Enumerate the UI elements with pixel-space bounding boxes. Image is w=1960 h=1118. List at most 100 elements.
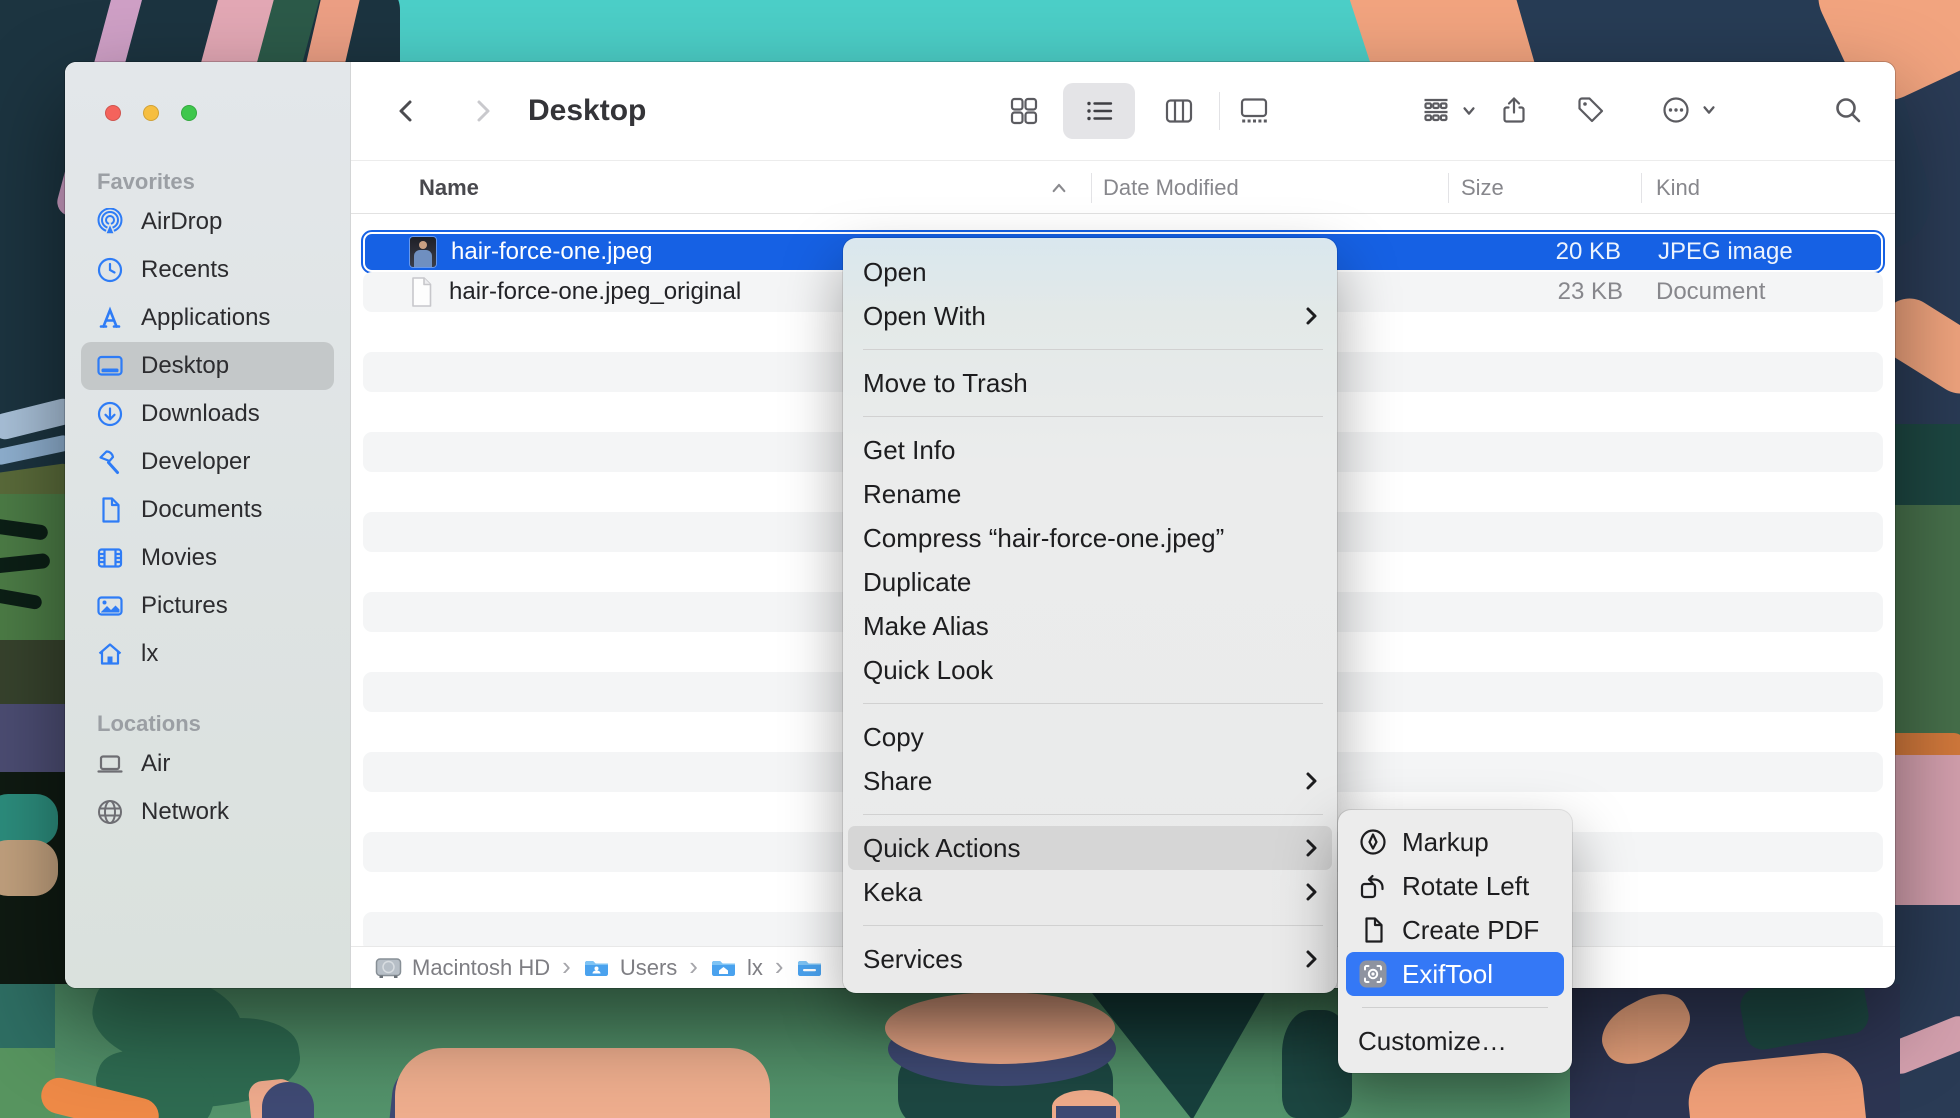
- app-store-icon: [95, 304, 125, 332]
- window-title: Desktop: [528, 94, 646, 128]
- laptop-icon: [95, 750, 125, 778]
- column-divider[interactable]: [1641, 173, 1642, 203]
- path-chevron: ›: [775, 953, 784, 983]
- sidebar-item-applications[interactable]: Applications: [81, 294, 334, 342]
- document-icon: [95, 496, 125, 524]
- list-view-button[interactable]: [1084, 96, 1114, 126]
- submenu-item-create-pdf[interactable]: Create PDF: [1338, 908, 1572, 952]
- menu-item-move-to-trash[interactable]: Move to Trash: [843, 361, 1337, 405]
- sidebar-item-movies[interactable]: Movies: [81, 534, 334, 582]
- traffic-lights: [105, 105, 197, 121]
- submenu-item-customize[interactable]: Customize…: [1338, 1019, 1572, 1063]
- sidebar-item-air[interactable]: Air: [81, 740, 334, 788]
- forward-button[interactable]: [467, 87, 497, 135]
- more-actions-button[interactable]: [1661, 95, 1717, 125]
- sidebar: Favorites AirDrop Recents: [65, 62, 351, 988]
- menu-separator: [863, 925, 1323, 926]
- menu-item-copy[interactable]: Copy: [843, 715, 1337, 759]
- download-circle-icon: [95, 400, 125, 428]
- menu-item-make-alias[interactable]: Make Alias: [843, 604, 1337, 648]
- menu-item-keka[interactable]: Keka: [843, 870, 1337, 914]
- menu-item-label: Services: [863, 944, 963, 975]
- menu-item-label: Quick Actions: [863, 833, 1021, 864]
- menu-item-duplicate[interactable]: Duplicate: [843, 560, 1337, 604]
- menu-item-label: Get Info: [863, 435, 956, 466]
- tag-button[interactable]: [1576, 95, 1606, 125]
- path-chevron: ›: [689, 953, 698, 983]
- sidebar-list: Favorites AirDrop Recents: [65, 166, 350, 836]
- path-chevron: ›: [562, 953, 571, 983]
- file-name: hair-force-one.jpeg: [451, 238, 652, 266]
- menu-item-quick-look[interactable]: Quick Look: [843, 648, 1337, 692]
- column-divider[interactable]: [1448, 173, 1449, 203]
- sidebar-item-home-lx[interactable]: lx: [81, 630, 334, 678]
- chevron-right-icon: [467, 87, 497, 135]
- path-item-lx[interactable]: lx: [710, 954, 763, 981]
- submenu-item-exiftool[interactable]: ExifTool: [1346, 952, 1564, 996]
- back-button[interactable]: [392, 87, 422, 135]
- sidebar-item-desktop[interactable]: Desktop: [81, 342, 334, 390]
- menu-item-label: Keka: [863, 877, 922, 908]
- quick-actions-submenu: Markup Rotate Left Create PDF: [1338, 810, 1572, 1073]
- share-button[interactable]: [1499, 95, 1529, 125]
- grid-view-icon: [1009, 96, 1039, 126]
- column-view-button[interactable]: [1164, 96, 1194, 126]
- submenu-item-label: Customize…: [1358, 1026, 1507, 1057]
- search-button[interactable]: [1833, 95, 1863, 125]
- submenu-chevron-icon: [1304, 837, 1319, 859]
- path-label: Macintosh HD: [412, 955, 550, 981]
- menu-item-label: Open: [863, 257, 927, 288]
- column-divider[interactable]: [1091, 173, 1092, 203]
- sidebar-item-downloads[interactable]: Downloads: [81, 390, 334, 438]
- sidebar-item-label: Developer: [141, 448, 250, 476]
- sidebar-item-recents[interactable]: Recents: [81, 246, 334, 294]
- menu-item-quick-actions[interactable]: Quick Actions: [848, 826, 1332, 870]
- hammer-icon: [95, 448, 125, 476]
- menu-item-label: Duplicate: [863, 567, 971, 598]
- group-by-button[interactable]: [1421, 96, 1477, 126]
- sidebar-item-documents[interactable]: Documents: [81, 486, 334, 534]
- menu-item-services[interactable]: Services: [843, 937, 1337, 981]
- submenu-item-label: ExifTool: [1402, 959, 1493, 990]
- menu-item-label: Copy: [863, 722, 924, 753]
- column-header-kind[interactable]: Kind: [1656, 161, 1700, 215]
- menu-item-share[interactable]: Share: [843, 759, 1337, 803]
- minimize-button[interactable]: [143, 105, 159, 121]
- folder-home-icon: [710, 954, 737, 981]
- file-size: 20 KB: [1556, 238, 1621, 266]
- path-item-users[interactable]: Users: [583, 954, 677, 981]
- close-button[interactable]: [105, 105, 121, 121]
- hard-drive-icon: [375, 954, 402, 981]
- globe-icon: [95, 798, 125, 826]
- list-column-headers: Name Date Modified Size Kind: [351, 160, 1895, 214]
- zoom-button[interactable]: [181, 105, 197, 121]
- sort-ascending-icon: [1051, 182, 1067, 194]
- document-file-icon: [406, 276, 436, 308]
- path-item-macintosh-hd[interactable]: Macintosh HD: [375, 954, 550, 981]
- submenu-separator: [1362, 1007, 1548, 1008]
- menu-item-label: Move to Trash: [863, 368, 1028, 399]
- sidebar-item-pictures[interactable]: Pictures: [81, 582, 334, 630]
- path-item-folder[interactable]: [796, 954, 823, 981]
- menu-item-open[interactable]: Open: [843, 250, 1337, 294]
- sidebar-item-network[interactable]: Network: [81, 788, 334, 836]
- column-header-date-modified[interactable]: Date Modified: [1103, 161, 1239, 215]
- sidebar-item-developer[interactable]: Developer: [81, 438, 334, 486]
- menu-item-compress[interactable]: Compress “hair-force-one.jpeg”: [843, 516, 1337, 560]
- sidebar-item-label: Recents: [141, 256, 229, 284]
- column-view-icon: [1164, 96, 1194, 126]
- column-header-size[interactable]: Size: [1461, 161, 1504, 215]
- file-name: hair-force-one.jpeg_original: [449, 278, 741, 306]
- file-size: 23 KB: [1558, 278, 1623, 306]
- column-header-name[interactable]: Name: [419, 161, 479, 215]
- submenu-item-rotate-left[interactable]: Rotate Left: [1338, 864, 1572, 908]
- menu-item-get-info[interactable]: Get Info: [843, 428, 1337, 472]
- home-icon: [95, 640, 125, 668]
- gallery-view-button[interactable]: [1239, 96, 1269, 126]
- icon-view-button[interactable]: [1009, 96, 1039, 126]
- sidebar-item-label: lx: [141, 640, 158, 668]
- menu-item-open-with[interactable]: Open With: [843, 294, 1337, 338]
- menu-item-rename[interactable]: Rename: [843, 472, 1337, 516]
- submenu-item-markup[interactable]: Markup: [1338, 820, 1572, 864]
- sidebar-item-airdrop[interactable]: AirDrop: [81, 198, 334, 246]
